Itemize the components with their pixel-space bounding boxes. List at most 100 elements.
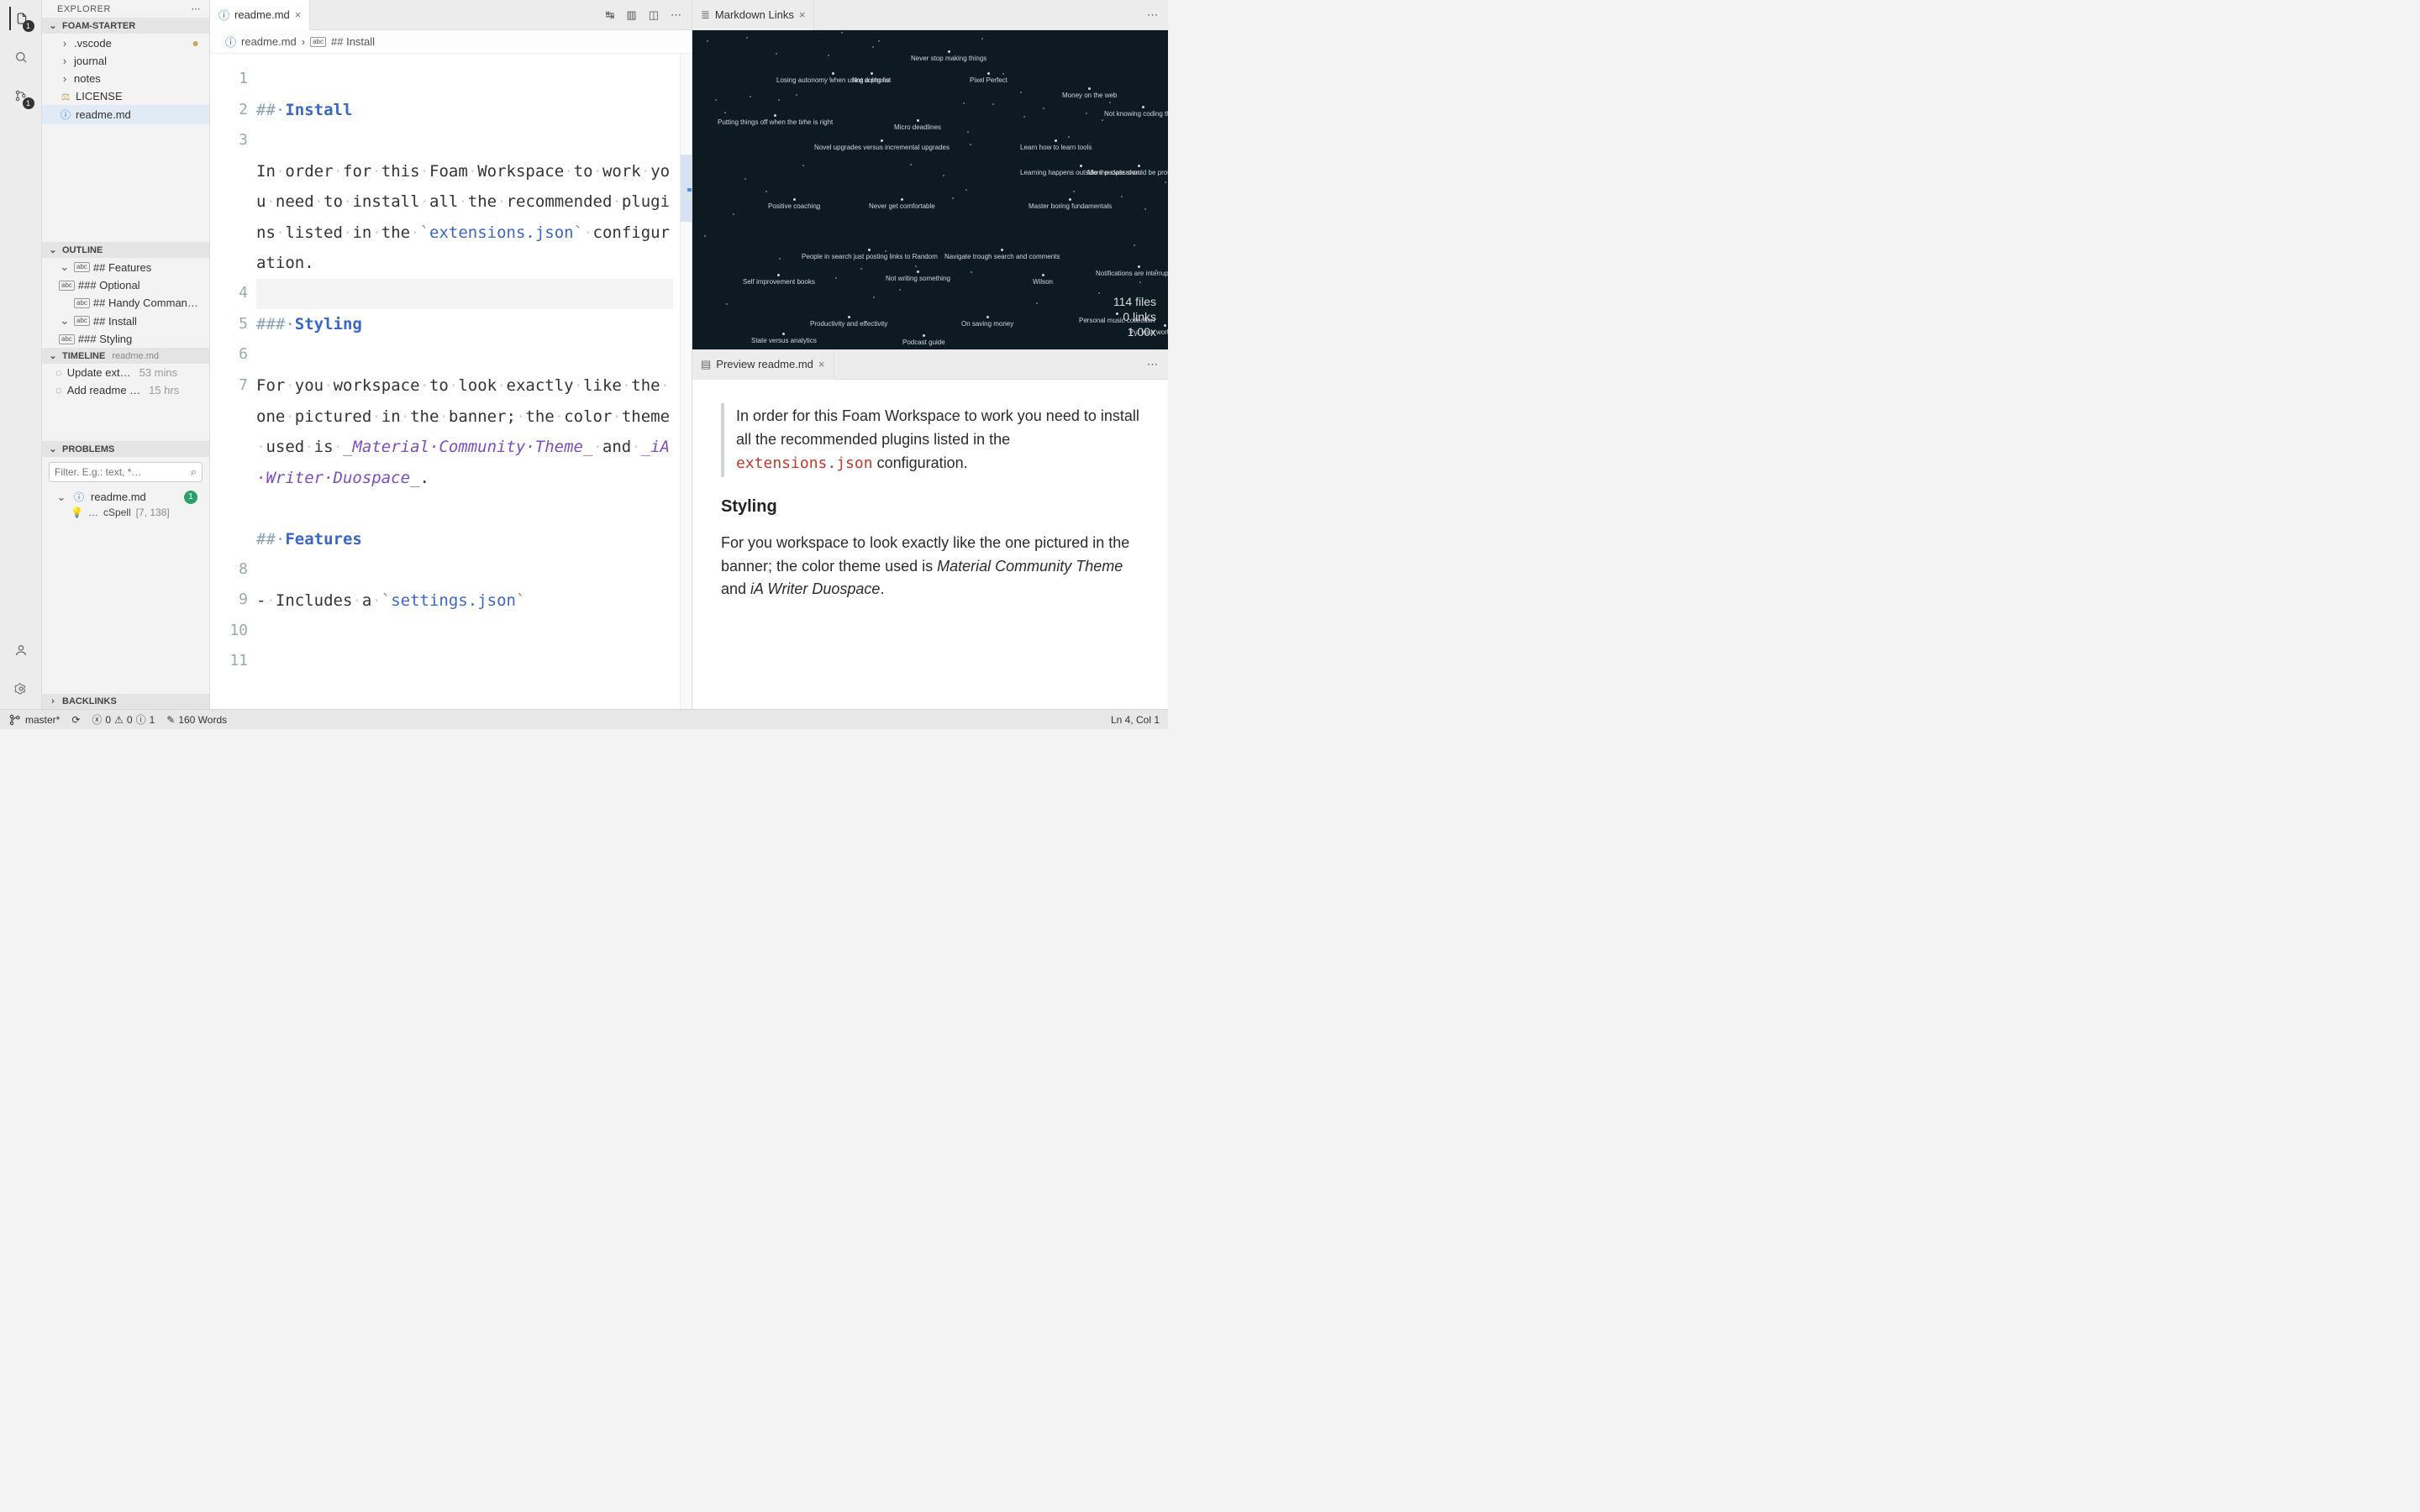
activity-scm-icon[interactable]: 1	[9, 84, 33, 108]
graph-node[interactable]: State versus analytics	[751, 333, 817, 344]
minimap[interactable]	[680, 54, 692, 709]
graph-node[interactable]: Self improvement books	[743, 274, 815, 286]
abc-icon: abc	[74, 298, 90, 308]
graph-node[interactable]: Micro deadlines	[894, 119, 941, 131]
outline-item[interactable]: abc## Handy Comman…	[42, 294, 209, 312]
status-wordcount[interactable]: ✎ 160 Words	[166, 714, 227, 726]
markdown-links-graph[interactable]: 114 files 0 links 1.00x Never stop makin…	[692, 30, 1168, 349]
outline-item[interactable]: ⌄abc## Features	[42, 258, 209, 276]
editor-body[interactable]: 1 2 3 4 5 6 7 8 9 10 11 ##·Install In·or…	[210, 54, 692, 709]
close-icon[interactable]: ×	[295, 8, 302, 21]
graph-node[interactable]: Money on the web	[1062, 87, 1117, 99]
more-icon[interactable]: ⋯	[1147, 8, 1158, 22]
graph-node[interactable]: Personal music collection	[1079, 312, 1155, 324]
graph-node[interactable]: Podcast guide	[902, 334, 945, 346]
commit-icon: ◌	[55, 366, 62, 379]
graph-node[interactable]: Productivity and effectivity	[810, 316, 887, 328]
breadcrumb[interactable]: ⓘ readme.md › abc ## Install	[210, 30, 692, 54]
modified-dot-icon: ●	[192, 36, 204, 50]
chevron-right-icon: ›	[59, 72, 71, 85]
timeline-header[interactable]: ⌄ TIMELINE readme.md	[42, 348, 209, 364]
status-problems[interactable]: ⓧ0 ⚠0 ⓘ1	[92, 712, 155, 727]
tree-file-license[interactable]: ⚖LICENSE	[42, 87, 209, 105]
problems-filter-input[interactable]	[55, 466, 191, 478]
activity-explorer-icon[interactable]: 1	[9, 7, 33, 30]
outline-header[interactable]: ⌄ OUTLINE	[42, 242, 209, 258]
outline-item[interactable]: abc### Optional	[42, 276, 209, 294]
timeline-item[interactable]: ◌Update ext…53 mins	[42, 364, 209, 381]
open-preview-icon[interactable]: ▥	[626, 8, 636, 22]
activity-account-icon[interactable]	[9, 638, 33, 662]
sidebar: EXPLORER ⋯ ⌄ FOAM-STARTER ›.vscode● ›jou…	[42, 0, 210, 709]
chevron-right-icon: ›	[47, 696, 59, 706]
tree-folder-notes[interactable]: ›notes	[42, 70, 209, 87]
graph-node[interactable]: Never get comfortable	[869, 198, 935, 210]
backlinks-header[interactable]: › BACKLINKS	[42, 694, 209, 709]
branch-icon	[8, 713, 22, 727]
graph-node[interactable]: Positive coaching	[768, 198, 820, 210]
problems-header[interactable]: ⌄ PROBLEMS	[42, 441, 209, 457]
outline-item[interactable]: abc### Styling	[42, 330, 209, 348]
folder-header[interactable]: ⌄ FOAM-STARTER	[42, 18, 209, 34]
graph-tabbar: ≣ Markdown Links × ⋯	[692, 0, 1168, 30]
graph-node[interactable]: On saving money	[961, 316, 1013, 328]
activity-search-icon[interactable]	[9, 45, 33, 69]
graph-node[interactable]: Wilson	[1033, 274, 1053, 286]
explorer-title: EXPLORER	[57, 4, 111, 14]
graph-node[interactable]: Master boring fundamentals	[1028, 198, 1112, 210]
chevron-right-icon: ›	[59, 55, 71, 67]
graph-node[interactable]: Notifications are interruptions	[1096, 265, 1168, 277]
graph-node[interactable]: Novel upgrades versus incremental upgrad…	[814, 139, 950, 151]
status-sync[interactable]: ⟳	[71, 714, 80, 726]
file-tree: ›.vscode● ›journal ›notes ⚖LICENSE ⓘread…	[42, 34, 209, 124]
problems-file-row[interactable]: ⌄ ⓘ readme.md 1	[42, 487, 209, 507]
editor-tab-readme[interactable]: ⓘ readme.md ×	[210, 0, 310, 30]
graph-node[interactable]: Put your work in context	[1129, 324, 1168, 336]
abc-icon: abc	[59, 281, 75, 291]
chevron-right-icon: ›	[302, 35, 305, 48]
graph-node[interactable]: Putting things off when the time is righ…	[718, 114, 833, 126]
tree-folder-vscode[interactable]: ›.vscode●	[42, 34, 209, 52]
tree-folder-journal[interactable]: ›journal	[42, 52, 209, 70]
chevron-down-icon: ⌄	[59, 314, 71, 328]
graph-node[interactable]: Navigate trough search and comments	[944, 249, 1060, 260]
graph-node[interactable]: People in search just posting links to R…	[802, 249, 938, 260]
timeline-item[interactable]: ◌Add readme …15 hrs	[42, 381, 209, 399]
code-content[interactable]: ##·Install In·order·for·this·Foam·Worksp…	[256, 54, 680, 709]
abc-icon: abc	[74, 316, 90, 326]
compare-icon[interactable]: ↹	[606, 8, 615, 22]
graph-node[interactable]: More people should be prototyping	[1087, 165, 1168, 176]
more-icon[interactable]: ⋯	[1147, 358, 1158, 371]
activity-settings-icon[interactable]	[9, 677, 33, 701]
problems-filter[interactable]: ⌕	[49, 462, 203, 482]
chevron-down-icon: ⌄	[47, 350, 59, 361]
graph-tab[interactable]: ≣ Markdown Links ×	[692, 0, 814, 30]
scm-badge: 1	[23, 97, 34, 109]
close-icon[interactable]: ×	[818, 358, 825, 370]
markdown-preview[interactable]: In order for this Foam Workspace to work…	[692, 380, 1168, 709]
chevron-down-icon: ⌄	[55, 491, 67, 504]
preview-paragraph: For you workspace to look exactly like t…	[721, 532, 1139, 602]
status-branch[interactable]: master*	[8, 713, 60, 727]
activity-bar: 1 1	[0, 0, 42, 709]
timeline-file: readme.md	[112, 351, 159, 361]
lightbulb-icon: 💡	[71, 507, 83, 518]
problems-item[interactable]: 💡 … cSpell [7, 138]	[42, 507, 209, 518]
close-icon[interactable]: ×	[799, 8, 806, 21]
split-editor-icon[interactable]: ◫	[649, 8, 659, 22]
chevron-down-icon: ⌄	[47, 444, 59, 454]
preview-icon: ▤	[701, 358, 711, 371]
graph-node[interactable]: Not knowing coding things	[1104, 106, 1168, 118]
preview-tabbar: ▤ Preview readme.md × ⋯	[692, 349, 1168, 380]
graph-node[interactable]: Not writing something	[886, 270, 950, 282]
filter-icon[interactable]: ⌕	[191, 465, 197, 479]
preview-tab[interactable]: ▤ Preview readme.md ×	[692, 349, 834, 380]
outline-item[interactable]: ⌄abc## Install	[42, 312, 209, 330]
tree-file-readme[interactable]: ⓘreadme.md	[42, 105, 209, 124]
status-cursor-position[interactable]: Ln 4, Col 1	[1111, 714, 1160, 726]
graph-node[interactable]: Learn how to learn tools	[1020, 139, 1092, 151]
chevron-right-icon: ›	[59, 37, 71, 50]
more-icon[interactable]: ⋯	[671, 8, 681, 22]
graph-node[interactable]: Never stop making things	[911, 50, 986, 62]
explorer-more-icon[interactable]: ⋯	[192, 3, 202, 14]
